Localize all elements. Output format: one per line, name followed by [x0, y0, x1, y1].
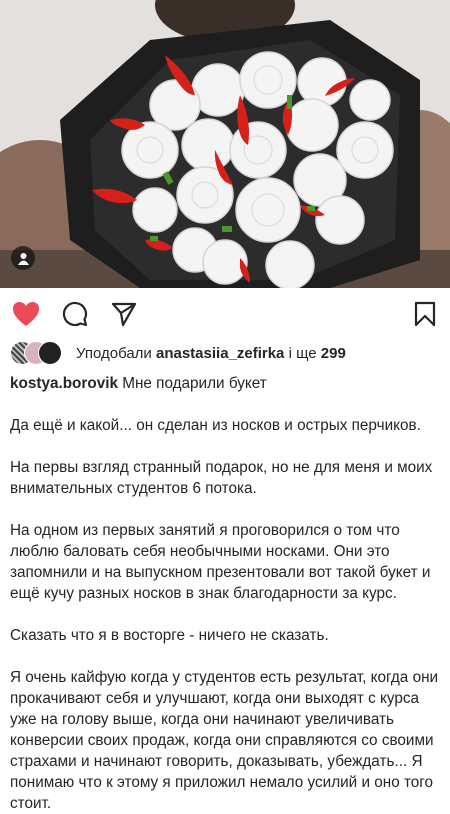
caption-paragraph: Я очень кайфую когда у студентов есть ре… — [10, 669, 439, 812]
liked-by-username[interactable]: anastasiia_zefirka — [156, 345, 284, 362]
comment-icon — [62, 301, 88, 327]
likes-count[interactable]: 299 — [321, 345, 346, 362]
liked-by-prefix: Уподобали — [76, 344, 152, 362]
user-tag-icon[interactable] — [11, 246, 35, 270]
caption-paragraph: На первы взгляд странный подарок, но не … — [10, 459, 433, 497]
liker-avatars — [10, 341, 68, 365]
share-button[interactable] — [109, 299, 139, 329]
liked-by-suffix: і ще — [288, 344, 317, 362]
post-caption: kostya.borovik Мне подарили букет Да ещё… — [0, 373, 450, 814]
like-button[interactable] — [11, 299, 41, 329]
caption-paragraph: Да ещё и какой... он сделан из носков и … — [10, 417, 421, 434]
post-action-bar — [0, 288, 450, 340]
caption-first-line: Мне подарили букет — [122, 375, 267, 392]
save-button[interactable] — [410, 299, 440, 329]
likes-summary[interactable]: Уподобали anastasiia_zefirka і ще 299 — [0, 340, 450, 366]
bookmark-icon — [414, 301, 436, 327]
post-photo[interactable] — [0, 0, 450, 288]
avatar — [38, 341, 62, 365]
bouquet-photo-illustration — [0, 0, 450, 288]
caption-paragraph: Сказать что я в восторге - ничего не ска… — [10, 627, 329, 644]
heart-icon — [13, 302, 39, 326]
caption-paragraph: На одном из первых занятий я проговорилс… — [10, 522, 431, 602]
comment-button[interactable] — [60, 299, 90, 329]
send-icon — [111, 302, 137, 327]
author-username[interactable]: kostya.borovik — [10, 375, 118, 392]
